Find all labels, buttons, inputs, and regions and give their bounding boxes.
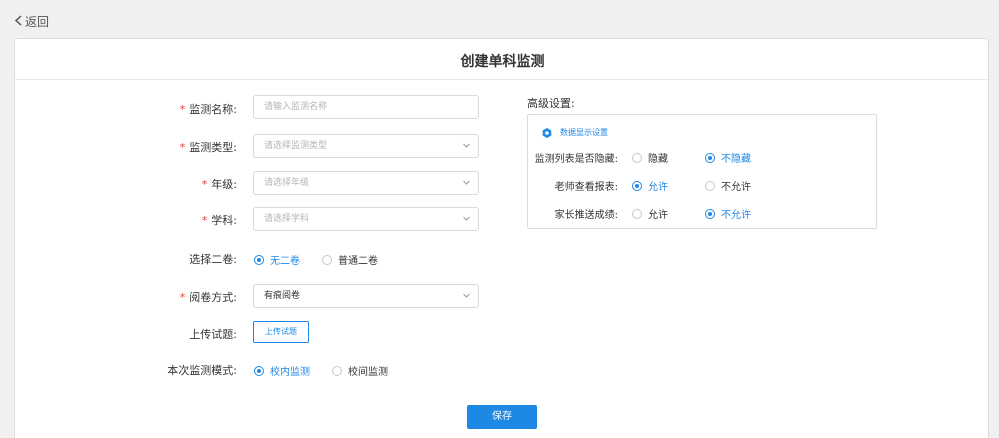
- type-label: * 监测类型:: [179, 141, 237, 154]
- title-divider: [15, 79, 988, 80]
- radio-label: 无二卷: [270, 256, 300, 267]
- marking-value: 有痕阅卷: [264, 291, 301, 301]
- radio-dot: [705, 208, 715, 219]
- radio-label: 隐藏: [648, 154, 668, 165]
- gear-icon: [542, 127, 552, 138]
- save-button[interactable]: 保存: [467, 405, 537, 429]
- grade-label: * 年级:: [201, 178, 237, 191]
- required-mark: *: [179, 141, 186, 154]
- subject-select[interactable]: 请选择学科: [253, 207, 479, 231]
- advanced-title: 高级设置:: [527, 97, 575, 110]
- type-placeholder: 请选择监测类型: [264, 141, 328, 151]
- radio-label: 不允许: [721, 182, 751, 193]
- radio-label: 不隐藏: [721, 154, 751, 165]
- marking-select[interactable]: 有痕阅卷: [253, 284, 479, 308]
- adv-row-label: 监测列表是否隐藏:: [534, 154, 618, 165]
- upload-label: 上传试题:: [189, 328, 237, 341]
- chevron-down-icon: [463, 216, 470, 221]
- adv-row-parent-radios: 允许 不允许: [632, 206, 751, 221]
- subject-placeholder: 请选择学科: [264, 214, 310, 224]
- radio-normal-second-paper[interactable]: 普通二卷: [322, 252, 378, 267]
- radio-label: 普通二卷: [338, 256, 378, 267]
- mode-radios: 校内监测 校间监测: [254, 363, 388, 378]
- back-label: 返回: [25, 15, 50, 29]
- radio-dot: [705, 180, 715, 191]
- second-paper-label: 选择二卷:: [189, 253, 237, 266]
- radio-teacher-deny[interactable]: 不允许: [705, 178, 751, 193]
- grade-placeholder: 请选择年级: [264, 178, 310, 188]
- grade-select[interactable]: 请选择年级: [253, 171, 479, 195]
- radio-teacher-allow[interactable]: 允许: [632, 178, 705, 193]
- adv-row-label: 老师查看报表:: [554, 182, 618, 193]
- mode-label: 本次监测模式:: [167, 364, 237, 377]
- radio-parent-allow[interactable]: 允许: [632, 206, 705, 221]
- radio-dot: [632, 208, 642, 219]
- advanced-section-header: 数据显示设置: [542, 127, 608, 138]
- type-select[interactable]: 请选择监测类型: [253, 134, 479, 158]
- adv-row-hide-radios: 隐藏 不隐藏: [632, 150, 751, 165]
- top-bar: 返回: [0, 0, 999, 38]
- marking-label: * 阅卷方式:: [179, 291, 237, 304]
- required-mark: *: [201, 214, 208, 227]
- radio-dot: [332, 365, 342, 376]
- required-mark: *: [201, 178, 208, 191]
- advanced-settings-box: 数据显示设置 监测列表是否隐藏: 隐藏 不隐藏 老师查看报表: 允许 不允许 家…: [527, 114, 877, 229]
- radio-label: 不允许: [721, 210, 751, 221]
- chevron-left-icon: [14, 14, 23, 29]
- radio-label: 允许: [648, 210, 668, 221]
- radio-dot: [254, 365, 264, 376]
- page-title: 创建单科监测: [460, 54, 545, 70]
- radio-dot: [705, 152, 715, 163]
- form-card: 创建单科监测 * 监测名称: 请输入监测名称 * 监测类型: 请选择监测类型 * 年级…: [14, 38, 989, 438]
- chevron-down-icon: [463, 293, 470, 298]
- radio-inter-school[interactable]: 校间监测: [332, 363, 388, 378]
- radio-dot: [632, 180, 642, 191]
- radio-dot: [322, 254, 332, 265]
- adv-row-teacher-radios: 允许 不允许: [632, 178, 751, 193]
- subject-label: * 学科:: [201, 214, 237, 227]
- radio-label: 校内监测: [270, 367, 310, 378]
- required-mark: *: [179, 291, 186, 304]
- required-mark: *: [179, 103, 186, 116]
- chevron-down-icon: [463, 143, 470, 148]
- name-input[interactable]: 请输入监测名称: [253, 95, 479, 119]
- radio-no-second-paper[interactable]: 无二卷: [254, 252, 300, 267]
- radio-in-school[interactable]: 校内监测: [254, 363, 310, 378]
- radio-label: 允许: [648, 182, 668, 193]
- radio-parent-deny[interactable]: 不允许: [705, 206, 751, 221]
- second-paper-radios: 无二卷 普通二卷: [254, 252, 378, 267]
- adv-row-label: 家长推送成绩:: [554, 210, 618, 221]
- radio-not-hide[interactable]: 不隐藏: [705, 150, 751, 165]
- advanced-section-label: 数据显示设置: [560, 128, 608, 137]
- radio-label: 校间监测: [348, 367, 388, 378]
- upload-button[interactable]: 上传试题: [253, 321, 309, 343]
- name-label: * 监测名称:: [179, 103, 237, 116]
- radio-hide[interactable]: 隐藏: [632, 150, 705, 165]
- chevron-down-icon: [463, 180, 470, 185]
- radio-dot: [254, 254, 264, 265]
- back-link[interactable]: 返回: [14, 13, 49, 30]
- radio-dot: [632, 152, 642, 163]
